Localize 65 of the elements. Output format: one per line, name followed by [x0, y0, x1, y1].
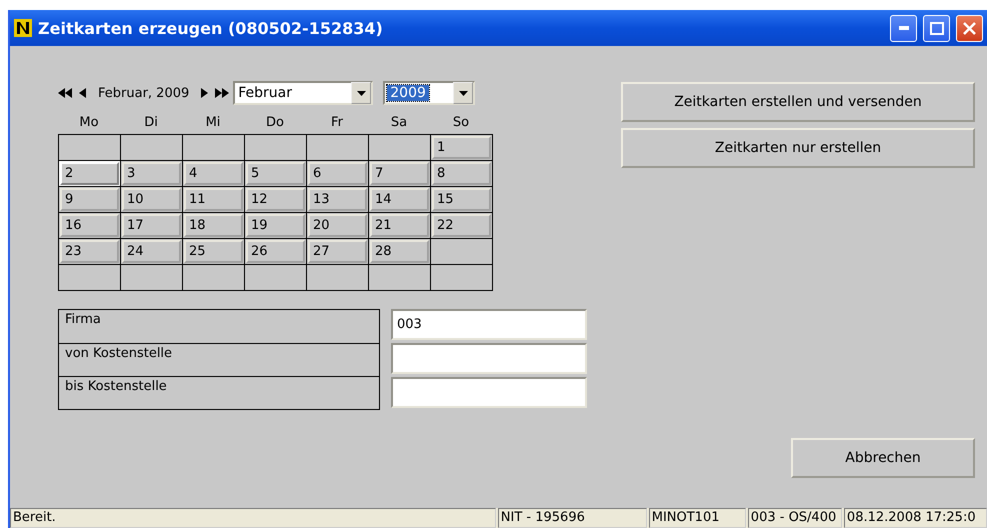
calendar-day[interactable]: 16: [60, 214, 119, 237]
field-label: von Kostenstelle: [59, 343, 379, 376]
calendar-day[interactable]: 7: [370, 162, 429, 185]
calendar-day[interactable]: 1: [432, 136, 491, 159]
close-button[interactable]: [956, 14, 983, 42]
app-logo-icon: [14, 19, 32, 37]
close-icon: [963, 22, 976, 34]
double-left-arrow-icon[interactable]: [58, 88, 72, 98]
calendar-day[interactable]: 15: [432, 188, 491, 211]
maximize-icon: [930, 22, 944, 34]
calendar-day[interactable]: 19: [246, 214, 305, 237]
month-select[interactable]: Februar: [233, 81, 374, 105]
calendar-day[interactable]: 23: [60, 240, 119, 263]
weekday-label: Do: [265, 114, 285, 132]
calendar-day[interactable]: 12: [246, 188, 305, 211]
status-text: NIT - 195696: [498, 508, 647, 528]
calendar-day[interactable]: 5: [246, 162, 305, 185]
calendar-day[interactable]: 9: [60, 188, 119, 211]
calendar-day[interactable]: 8: [432, 162, 491, 185]
double-right-arrow-icon[interactable]: [215, 88, 230, 98]
weekday-label: Mi: [204, 114, 222, 132]
input-field[interactable]: 003: [391, 309, 587, 340]
minimize-icon: [898, 26, 908, 30]
year-select[interactable]: 2009: [383, 81, 476, 105]
caret-icon: [458, 90, 468, 96]
calendar-day[interactable]: 14: [370, 188, 429, 211]
calendar-day[interactable]: 28: [370, 240, 429, 263]
action-button[interactable]: Zeitkarten nur erstellen: [621, 128, 975, 168]
calendar-day[interactable]: 26: [246, 240, 305, 263]
calendar-day[interactable]: 22: [432, 214, 491, 237]
month-caption: Februar, 2009: [97, 86, 190, 100]
calendar-day[interactable]: 2: [60, 162, 119, 185]
calendar-day[interactable]: 18: [184, 214, 243, 237]
field-label: Firma: [64, 311, 102, 329]
minimize-button[interactable]: [890, 14, 917, 42]
calendar-day[interactable]: 21: [370, 214, 429, 237]
calendar-day[interactable]: 4: [184, 162, 243, 185]
calendar-cell: [431, 265, 493, 291]
calendar-day[interactable]: 20: [308, 214, 367, 237]
calendar-day[interactable]: 27: [308, 240, 367, 263]
calendar-day[interactable]: 25: [184, 240, 243, 263]
field-label: bis Kostenstelle: [59, 376, 379, 409]
caret-icon: [356, 90, 366, 96]
weekday-label: So: [452, 114, 470, 132]
window-title: Zeitkarten erzeugen (080502-152834): [38, 18, 384, 38]
status-text: 08.12.2008 17:25:0: [844, 508, 987, 528]
calendar-day[interactable]: 6: [308, 162, 367, 185]
calendar-day[interactable]: 10: [122, 188, 181, 211]
weekday-label: Di: [143, 114, 159, 132]
calendar-day[interactable]: 11: [184, 188, 243, 211]
input-field[interactable]: [391, 377, 587, 408]
status-text: Bereit.: [10, 508, 496, 528]
status-text: MINOT101: [648, 508, 746, 528]
cancel-button[interactable]: Abbrechen: [791, 438, 975, 478]
action-button[interactable]: Zeitkarten erstellen und versenden: [621, 82, 975, 122]
calendar-day[interactable]: 24: [122, 240, 181, 263]
maximize-button[interactable]: [923, 14, 950, 42]
status-text: 003 - OS/400: [748, 508, 842, 528]
calendar-day[interactable]: 17: [122, 214, 181, 237]
calendar-day[interactable]: 13: [308, 188, 367, 211]
weekday-label: Mo: [78, 114, 100, 132]
weekday-label: Fr: [330, 114, 344, 132]
weekday-label: Sa: [390, 114, 408, 132]
input-field[interactable]: [391, 343, 587, 374]
calendar-day[interactable]: 3: [122, 162, 181, 185]
